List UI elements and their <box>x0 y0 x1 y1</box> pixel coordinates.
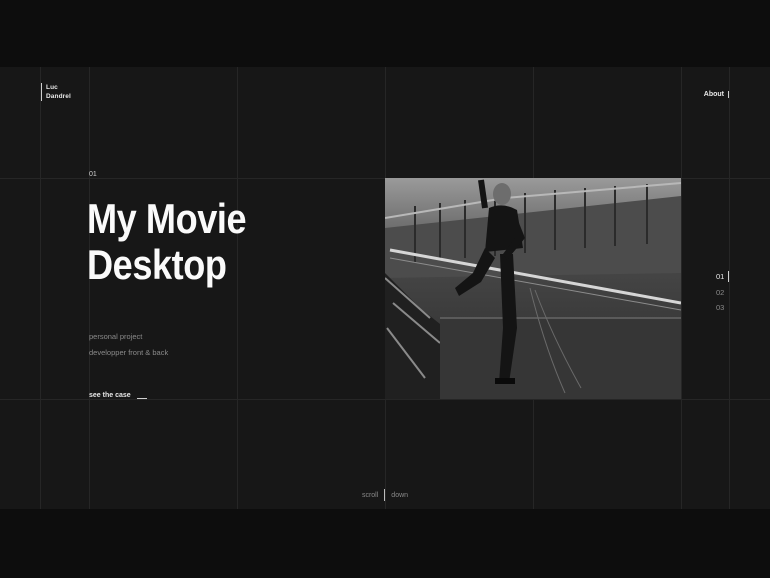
grid-line <box>729 67 730 509</box>
project-title: My Movie Desktop <box>87 195 247 288</box>
pager-item-02[interactable]: 02 <box>716 285 724 301</box>
pager-item-03[interactable]: 03 <box>716 300 724 316</box>
project-title-line-2: Desktop <box>87 241 227 288</box>
scroll-indicator[interactable]: scroll down <box>0 489 770 501</box>
see-the-case-link[interactable]: see the case <box>89 392 147 399</box>
project-pager: 01 02 03 <box>716 269 730 316</box>
about-link[interactable]: About <box>704 91 729 98</box>
grid-line <box>681 67 682 509</box>
brand-first-name: Luc <box>46 84 58 91</box>
down-label: down <box>391 491 409 499</box>
site-frame: Luc Dandrel About 01 My Movie Desktop pe… <box>0 67 770 509</box>
project-photo[interactable] <box>384 178 682 399</box>
cta-underline <box>136 398 147 399</box>
scroll-divider <box>384 489 386 501</box>
photo-illustration <box>384 178 682 399</box>
grid-line <box>89 67 90 509</box>
brand-logo[interactable]: Luc Dandrel <box>41 83 71 101</box>
project-title-line-1: My Movie <box>87 195 247 242</box>
grid-line <box>237 67 238 509</box>
brand-last-name: Dandrel <box>46 93 71 100</box>
grid-line <box>40 67 41 509</box>
project-number: 01 <box>89 171 97 178</box>
scroll-label: scroll <box>361 491 379 499</box>
grid-line <box>0 399 770 400</box>
pager-item-01[interactable]: 01 <box>716 269 730 285</box>
project-type: personal project <box>89 332 143 341</box>
see-the-case-label: see the case <box>89 392 131 399</box>
project-role: developper front & back <box>89 348 169 357</box>
